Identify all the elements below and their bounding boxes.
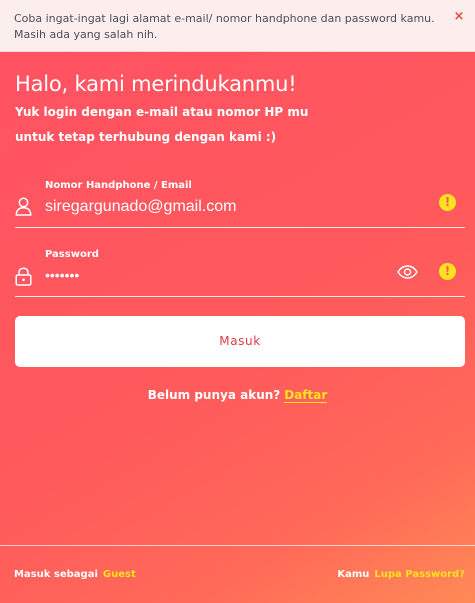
alert-message: Coba ingat-ingat lagi alamat e-mail/ nom… bbox=[14, 12, 435, 41]
guest-link[interactable]: Guest bbox=[103, 569, 136, 580]
close-icon[interactable]: × bbox=[451, 9, 467, 25]
identity-label: Nomor Handphone / Email bbox=[45, 180, 192, 191]
warning-icon: ! bbox=[439, 263, 456, 280]
signup-text: Belum punya akun? bbox=[147, 388, 281, 402]
identity-underline bbox=[15, 227, 465, 228]
guest-prefix: Masuk sebagai bbox=[14, 569, 98, 580]
signup-prompt: Belum punya akun? Daftar bbox=[0, 388, 475, 403]
forgot-prefix: Kamu bbox=[337, 569, 370, 580]
login-button[interactable]: Masuk bbox=[15, 316, 465, 367]
password-label: Password bbox=[45, 249, 99, 260]
error-alert: Coba ingat-ingat lagi alamat e-mail/ nom… bbox=[0, 0, 475, 52]
forgot-password-link[interactable]: Lupa Password? bbox=[374, 569, 465, 580]
warning-icon: ! bbox=[439, 194, 456, 211]
signup-link[interactable]: Daftar bbox=[284, 388, 328, 403]
eye-icon[interactable] bbox=[397, 264, 418, 283]
forgot-password: Kamu Lupa Password? bbox=[337, 569, 465, 580]
identity-field[interactable]: Nomor Handphone / Email siregargunado@gm… bbox=[15, 176, 465, 228]
page-subtitle: Yuk login dengan e-mail atau nomor HP mu… bbox=[15, 105, 309, 144]
lock-icon bbox=[15, 267, 32, 290]
identity-input[interactable]: siregargunado@gmail.com bbox=[45, 198, 236, 216]
password-underline bbox=[15, 296, 465, 297]
password-input[interactable]: ••••••• bbox=[45, 267, 79, 283]
footer-divider bbox=[0, 545, 475, 546]
password-field[interactable]: Password ••••••• ! bbox=[15, 245, 465, 297]
login-panel: Halo, kami merindukanmu! Yuk login denga… bbox=[0, 52, 475, 603]
guest-login: Masuk sebagai Guest bbox=[14, 569, 136, 580]
user-icon bbox=[15, 197, 32, 220]
page-title: Halo, kami merindukanmu! bbox=[15, 72, 297, 96]
